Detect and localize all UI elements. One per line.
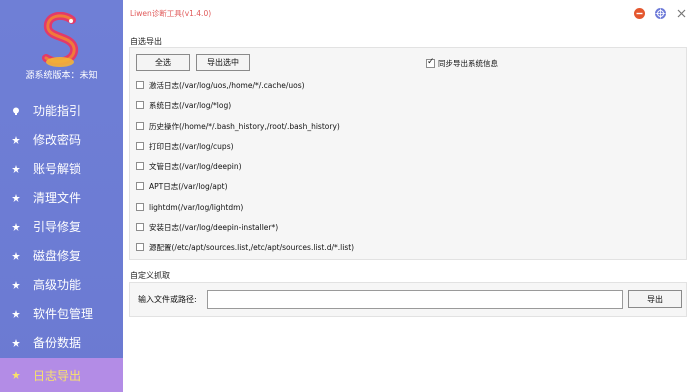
checkbox[interactable] [136,243,144,251]
sidebar-item-package-manager[interactable]: 软件包管理 [0,299,123,328]
log-option[interactable]: 系统日志(/var/log/*log) [136,98,231,112]
log-option-label: 激活日志(/var/log/uos,/home/*/.cache/uos) [149,80,305,90]
checkbox[interactable] [136,203,144,211]
lightbulb-icon [13,107,19,115]
log-option-label: lightdm(/var/log/lightdm) [149,202,244,212]
log-option-label: 文管日志(/var/log/deepin) [149,161,242,171]
log-option[interactable]: lightdm(/var/log/lightdm) [136,200,243,214]
path-input-label: 输入文件或路径: [138,295,197,304]
help-icon[interactable] [655,8,666,19]
log-option-label: 打印日志(/var/log/cups) [149,141,234,151]
checkbox[interactable] [136,162,144,170]
log-option[interactable]: 打印日志(/var/log/cups) [136,139,234,153]
checkbox[interactable] [136,101,144,109]
sidebar-item-label: 账号解锁 [33,162,82,176]
sidebar: 源系统版本：未知 功能指引 修改密码 账号解锁 清理文件 引导修复 磁盘修复 高… [0,0,123,392]
custom-section-title: 自定义抓取 [130,271,170,280]
sidebar-item-label: 引导修复 [33,220,82,234]
checkbox[interactable] [136,182,144,190]
log-option[interactable]: 安装日志(/var/log/deepin-installer*) [136,220,278,234]
sidebar-item-clean-files[interactable]: 清理文件 [0,183,123,212]
path-input[interactable] [207,290,623,309]
checkbox[interactable] [136,81,144,89]
log-option-label: 源配置(/etc/apt/sources.list,/etc/apt/sourc… [149,242,355,252]
sidebar-item-label: 备份数据 [33,336,82,350]
select-all-button[interactable]: 全选 [136,54,190,71]
log-option[interactable]: 历史操作(/home/*/.bash_history,/root/.bash_h… [136,119,340,133]
sidebar-item-label: 软件包管理 [33,307,94,321]
close-icon[interactable] [676,8,687,19]
sidebar-item-label: 日志导出 [33,368,82,383]
sidebar-item-label: 高级功能 [33,278,82,292]
sidebar-item-advanced[interactable]: 高级功能 [0,270,123,299]
sidebar-item-boot-repair[interactable]: 引导修复 [0,212,123,241]
star-icon [12,135,20,144]
sidebar-item-guide[interactable]: 功能指引 [0,96,123,125]
log-option-label: 安装日志(/var/log/deepin-installer*) [149,222,279,232]
star-icon [12,371,20,379]
checkbox[interactable] [136,142,144,150]
checkbox[interactable] [136,223,144,231]
export-selected-button[interactable]: 导出选中 [196,54,250,71]
star-icon [12,338,20,347]
sidebar-item-unlock-account[interactable]: 账号解锁 [0,154,123,183]
sidebar-item-disk-repair[interactable]: 磁盘修复 [0,241,123,270]
minimize-icon[interactable] [634,8,645,19]
log-option[interactable]: 文管日志(/var/log/deepin) [136,159,242,173]
sidebar-item-change-password[interactable]: 修改密码 [0,125,123,154]
sidebar-item-label: 清理文件 [33,191,82,205]
custom-export-button[interactable]: 导出 [628,290,682,308]
export-section-title: 自选导出 [130,37,162,46]
sidebar-item-label: 磁盘修复 [33,249,82,263]
app-title: Liwen诊断工具(v1.4.0) [130,9,212,18]
sync-system-info-checkbox[interactable]: 同步导出系统信息 [426,57,498,69]
sidebar-item-label: 功能指引 [33,104,82,118]
star-icon [12,309,20,318]
star-icon [12,280,20,289]
log-option-label: APT日志(/var/log/apt) [149,181,228,191]
checkbox[interactable] [136,122,144,130]
log-option-label: 历史操作(/home/*/.bash_history,/root/.bash_h… [149,121,340,131]
log-option[interactable]: 源配置(/etc/apt/sources.list,/etc/apt/sourc… [136,240,354,254]
app-logo [42,12,79,67]
sidebar-item-log-export[interactable]: 日志导出 [0,358,123,392]
star-icon [12,251,20,260]
sidebar-item-label: 修改密码 [33,133,82,147]
sidebar-item-backup-data[interactable]: 备份数据 [0,328,123,357]
source-system-version: 源系统版本：未知 [25,71,98,81]
log-option-label: 系统日志(/var/log/*log) [149,100,232,110]
star-icon [12,193,20,202]
log-option[interactable]: APT日志(/var/log/apt) [136,179,228,193]
star-icon [12,164,20,173]
checkbox-checked[interactable] [426,57,435,68]
sync-system-info-label: 同步导出系统信息 [438,58,498,68]
log-option[interactable]: 激活日志(/var/log/uos,/home/*/.cache/uos) [136,78,305,92]
star-icon [12,222,20,231]
